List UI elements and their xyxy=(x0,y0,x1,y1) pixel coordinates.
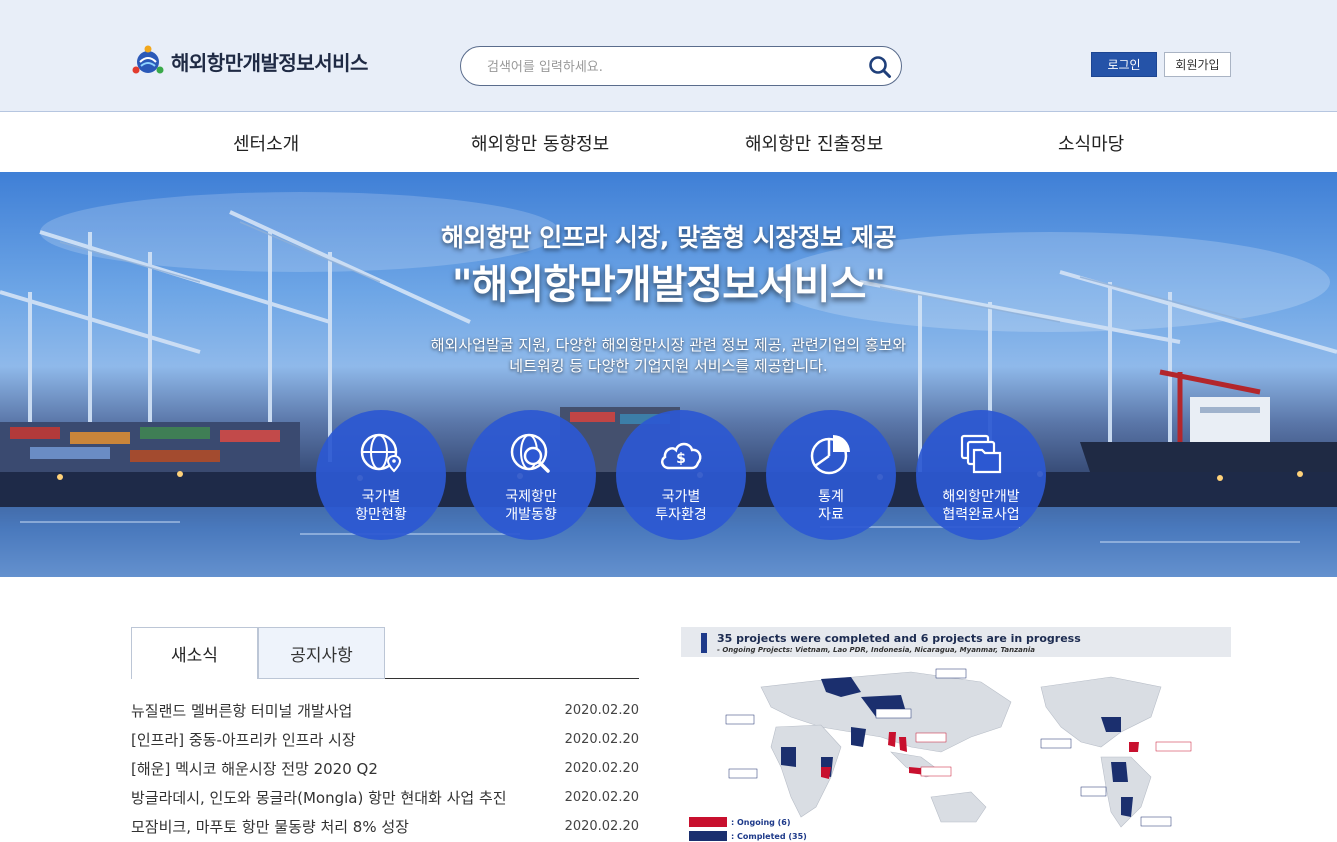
site-logo[interactable]: 해외항만개발정보서비스 xyxy=(131,44,368,78)
news-date: 2020.02.20 xyxy=(564,761,639,776)
nav-item-entry-info[interactable]: 해외항만 진출정보 xyxy=(745,130,883,156)
list-item[interactable]: 방글라데시, 인도와 몽글라(Mongla) 항만 현대화 사업 추진 2020… xyxy=(131,783,639,812)
search-input[interactable] xyxy=(487,57,847,77)
list-item[interactable]: 모잠비크, 마푸토 항만 물동량 처리 8% 성장 2020.02.20 xyxy=(131,812,639,841)
site-header: 해외항만개발정보서비스 로그인 회원가입 xyxy=(0,0,1337,112)
pie-chart-icon xyxy=(810,435,850,475)
main-nav: 센터소개 해외항만 동향정보 해외항만 진출정보 소식마당 xyxy=(0,112,1337,172)
globe-pin-icon xyxy=(360,433,402,473)
hero-description-line: 해외사업발굴 지원, 다양한 해외항만시장 관련 정보 제공, 관련기업의 홍보… xyxy=(430,336,907,354)
quicklink-country-port-status[interactable]: 국가별 항만현황 xyxy=(316,410,446,540)
tab-notices[interactable]: 공지사항 xyxy=(258,627,385,679)
logo-text: 해외항만개발정보서비스 xyxy=(171,50,368,75)
quicklink-statistics[interactable]: 통계 자료 xyxy=(766,410,896,540)
list-item[interactable]: 뉴질랜드 멜버른항 터미널 개발사업 2020.02.20 xyxy=(131,696,639,725)
join-button[interactable]: 회원가입 xyxy=(1164,52,1231,77)
news-title[interactable]: [인프라] 중동-아프리카 인프라 시장 xyxy=(131,729,356,750)
quicklink-investment-env[interactable]: $ 국가별 투자환경 xyxy=(616,410,746,540)
quicklink-label: 국가별 xyxy=(361,489,401,505)
news-list: 뉴질랜드 멜버른항 터미널 개발사업 2020.02.20 [인프라] 중동-아… xyxy=(131,696,639,841)
projects-map-panel[interactable]: 35 projects were completed and 6 project… xyxy=(681,627,1231,842)
news-date: 2020.02.20 xyxy=(564,703,639,718)
nav-item-news[interactable]: 소식마당 xyxy=(1058,130,1124,156)
quicklink-label: 항만현황 xyxy=(355,507,407,523)
quicklink-label: 통계 xyxy=(818,489,844,505)
news-date: 2020.02.20 xyxy=(564,819,639,834)
nav-item-center-intro[interactable]: 센터소개 xyxy=(233,130,299,156)
quicklink-label: 해외항만개발 xyxy=(942,489,1020,505)
news-date: 2020.02.20 xyxy=(564,790,639,805)
cloud-dollar-icon: $ xyxy=(660,442,702,470)
search-icon[interactable] xyxy=(867,54,893,80)
search-box xyxy=(460,46,902,86)
quicklink-label: 국제항만 xyxy=(505,489,557,505)
quicklink-label: 협력완료사업 xyxy=(942,507,1020,523)
news-title[interactable]: 모잠비크, 마푸토 항만 물동량 처리 8% 성장 xyxy=(131,816,409,837)
list-item[interactable]: [해운] 멕시코 해운시장 전망 2020 Q2 2020.02.20 xyxy=(131,754,639,783)
map-header-bar xyxy=(701,633,707,653)
hero-banner: 해외항만 인프라 시장, 맞춤형 시장정보 제공 "해외항만개발정보서비스" 해… xyxy=(0,172,1337,577)
news-title[interactable]: 방글라데시, 인도와 몽글라(Mongla) 항만 현대화 사업 추진 xyxy=(131,787,507,808)
map-heading: 35 projects were completed and 6 project… xyxy=(717,632,1081,645)
news-title[interactable]: 뉴질랜드 멜버른항 터미널 개발사업 xyxy=(131,700,352,721)
quicklink-label: 국가별 xyxy=(661,489,701,505)
legend-ongoing-label: : Ongoing (6) xyxy=(731,817,791,827)
quicklink-label: 자료 xyxy=(818,507,844,523)
list-item[interactable]: [인프라] 중동-아프리카 인프라 시장 2020.02.20 xyxy=(131,725,639,754)
quicklink-intl-port-trends[interactable]: 국제항만 개발동향 xyxy=(466,410,596,540)
map-legend: : Ongoing (6) : Completed (35) xyxy=(689,815,807,842)
hero-description: 해외사업발굴 지원, 다양한 해외항만시장 관련 정보 제공, 관련기업의 홍보… xyxy=(0,335,1337,377)
legend-swatch-completed xyxy=(689,831,727,841)
logo-icon xyxy=(132,45,164,74)
hero-description-line: 네트워킹 등 다양한 기업지원 서비스를 제공합니다. xyxy=(509,357,828,375)
quicklink-completed-projects[interactable]: 해외항만개발 협력완료사업 xyxy=(916,410,1046,540)
folders-icon xyxy=(960,434,1002,474)
map-header: 35 projects were completed and 6 project… xyxy=(681,627,1231,657)
svg-text:$: $ xyxy=(676,451,686,467)
news-title[interactable]: [해운] 멕시코 해운시장 전망 2020 Q2 xyxy=(131,758,378,779)
news-tabs: 새소식 공지사항 xyxy=(131,627,639,679)
hero-title: "해외항만개발정보서비스" xyxy=(451,262,886,308)
globe-search-icon xyxy=(510,433,550,473)
quicklink-label: 개발동향 xyxy=(505,507,557,523)
hero-subtitle: 해외항만 인프라 시장, 맞춤형 시장정보 제공 xyxy=(440,223,897,252)
nav-item-trend-info[interactable]: 해외항만 동향정보 xyxy=(471,130,609,156)
login-button[interactable]: 로그인 xyxy=(1091,52,1157,77)
legend-swatch-ongoing xyxy=(689,817,727,827)
tab-news[interactable]: 새소식 xyxy=(131,627,258,679)
legend-completed-label: : Completed (35) xyxy=(731,831,807,841)
quicklink-label: 투자환경 xyxy=(655,507,707,523)
news-date: 2020.02.20 xyxy=(564,732,639,747)
map-subheading: - Ongoing Projects: Vietnam, Lao PDR, In… xyxy=(717,646,1035,654)
